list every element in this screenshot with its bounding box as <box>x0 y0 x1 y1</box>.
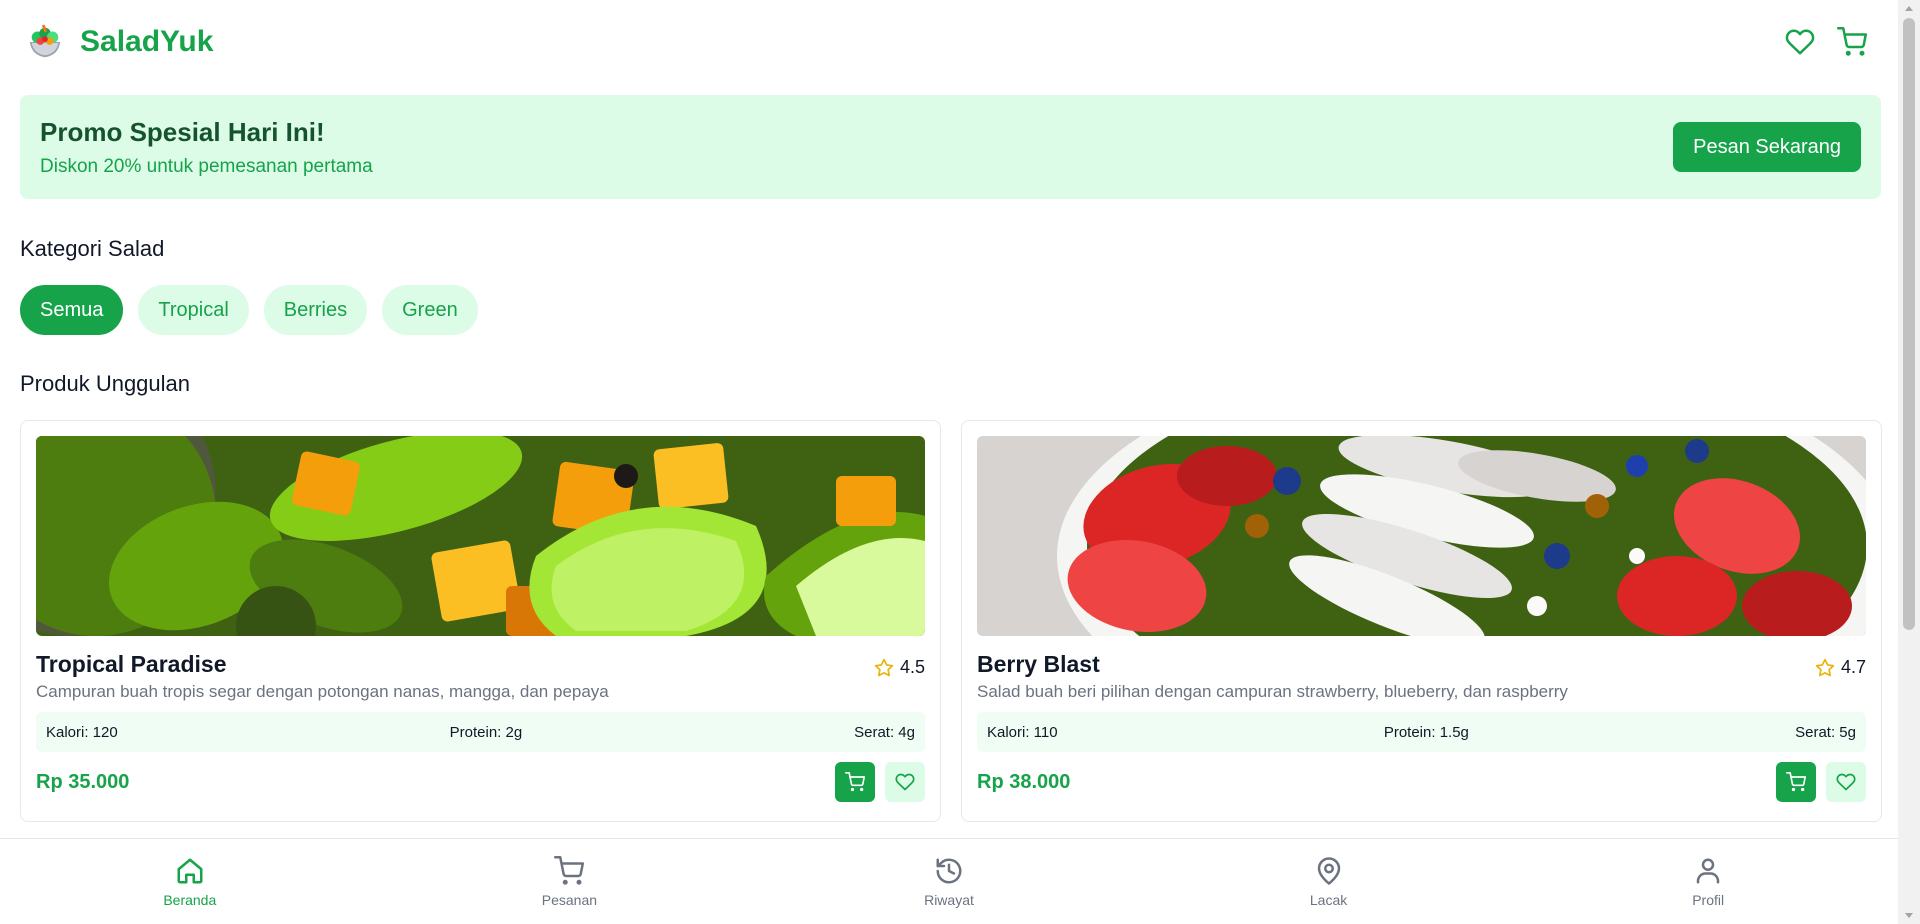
product-card-header: Tropical Paradise Campuran buah tropis s… <box>36 651 925 702</box>
fiber-label: Serat: 5g <box>1795 723 1856 741</box>
protein-label: Protein: 1.5g <box>1383 723 1469 741</box>
rating-value: 4.7 <box>1840 657 1866 677</box>
product-card-info: Tropical Paradise Campuran buah tropis s… <box>36 651 609 702</box>
product-image-berry <box>977 436 1866 636</box>
user-icon <box>1696 858 1720 883</box>
star-icon <box>874 658 894 676</box>
history-icon <box>936 858 962 883</box>
heart-icon <box>895 773 915 791</box>
top-header: SaladYuk <box>0 0 1898 84</box>
category-chip-green[interactable]: Green <box>382 285 478 335</box>
app-page: SaladYuk Promo Spesial Hari Ini! Diskon … <box>0 0 1920 924</box>
product-actions <box>1776 762 1866 802</box>
order-now-button[interactable]: Pesan Sekarang <box>1673 122 1861 172</box>
nav-item-beranda[interactable]: Beranda <box>0 839 380 924</box>
promo-text: Promo Spesial Hari Ini! Diskon 20% untuk… <box>40 117 373 178</box>
product-name: Tropical Paradise <box>36 651 227 677</box>
brand-name: SaladYuk <box>80 25 214 58</box>
header-actions <box>1784 26 1872 58</box>
calories-label: Kalori: 110 <box>987 723 1058 741</box>
scroll-up-arrow-icon[interactable] <box>1905 6 1913 11</box>
product-image-tropical <box>36 436 925 636</box>
product-card-footer: Rp 38.000 <box>977 762 1866 802</box>
add-to-cart-button[interactable] <box>1776 762 1816 802</box>
promo-title: Promo Spesial Hari Ini! <box>40 116 325 147</box>
product-card-footer: Rp 35.000 <box>36 762 925 802</box>
vertical-scrollbar[interactable] <box>1898 0 1920 924</box>
category-chip-semua[interactable]: Semua <box>20 285 124 335</box>
heart-icon <box>1785 29 1815 55</box>
nav-item-riwayat[interactable]: Riwayat <box>759 839 1139 924</box>
map-pin-icon <box>1317 856 1340 885</box>
add-to-favorites-button[interactable] <box>1826 762 1866 802</box>
scroll-down-arrow-icon[interactable] <box>1905 913 1913 918</box>
brand[interactable]: SaladYuk <box>26 23 213 61</box>
product-price: Rp 35.000 <box>36 770 130 793</box>
product-card[interactable]: Berry Blast Salad buah beri pilihan deng… <box>961 420 1882 822</box>
star-icon <box>1815 658 1835 676</box>
salad-bowl-logo-icon <box>29 24 61 58</box>
nav-item-pesanan[interactable]: Pesanan <box>380 839 760 924</box>
nav-item-lacak[interactable]: Lacak <box>1139 839 1519 924</box>
add-to-favorites-button[interactable] <box>885 762 925 802</box>
cart-icon <box>554 855 585 885</box>
product-description: Salad buah beri pilihan dengan campuran … <box>977 682 1568 701</box>
nutrition-info: Kalori: 120 Protein: 2g Serat: 4g <box>36 712 925 752</box>
nav-label: Beranda <box>163 891 217 908</box>
scrollbar-thumb[interactable] <box>1903 18 1915 630</box>
product-card[interactable]: Tropical Paradise Campuran buah tropis s… <box>20 420 941 822</box>
promo-banner: Promo Spesial Hari Ini! Diskon 20% untuk… <box>20 95 1881 199</box>
cart-icon <box>1837 27 1867 56</box>
product-card-info: Berry Blast Salad buah beri pilihan deng… <box>977 651 1568 702</box>
featured-title: Produk Unggulan <box>20 371 191 396</box>
nav-label: Riwayat <box>924 891 974 908</box>
protein-label: Protein: 2g <box>449 723 523 741</box>
product-actions <box>835 762 925 802</box>
favorites-button[interactable] <box>1784 26 1816 58</box>
calories-label: Kalori: 120 <box>46 723 118 741</box>
product-description: Campuran buah tropis segar dengan potong… <box>36 682 609 701</box>
cart-button[interactable] <box>1836 26 1868 58</box>
product-rating: 4.5 <box>874 657 925 678</box>
nutrition-info: Kalori: 110 Protein: 1.5g Serat: 5g <box>977 712 1866 752</box>
nav-item-profil[interactable]: Profil <box>1518 839 1898 924</box>
product-rating: 4.7 <box>1815 657 1866 678</box>
promo-subtitle: Diskon 20% untuk pemesanan pertama <box>40 155 373 177</box>
cart-icon <box>845 772 865 792</box>
heart-icon <box>1836 773 1856 791</box>
categories-title: Kategori Salad <box>20 236 165 261</box>
product-price: Rp 38.000 <box>977 770 1071 793</box>
home-icon <box>177 858 203 883</box>
nav-label: Profil <box>1692 891 1725 908</box>
nav-label: Pesanan <box>541 891 598 908</box>
nav-label: Lacak <box>1309 891 1348 908</box>
category-chips: Semua Tropical Berries Green <box>20 285 478 335</box>
cart-icon <box>1786 772 1806 792</box>
fiber-label: Serat: 4g <box>854 723 915 741</box>
category-chip-tropical[interactable]: Tropical <box>138 285 249 335</box>
product-card-header: Berry Blast Salad buah beri pilihan deng… <box>977 651 1866 702</box>
category-chip-berries[interactable]: Berries <box>263 285 368 335</box>
rating-value: 4.5 <box>899 657 925 677</box>
product-name: Berry Blast <box>977 651 1100 677</box>
add-to-cart-button[interactable] <box>835 762 875 802</box>
bottom-navigation: Beranda Pesanan Riwayat Lacak Profil <box>0 838 1898 924</box>
